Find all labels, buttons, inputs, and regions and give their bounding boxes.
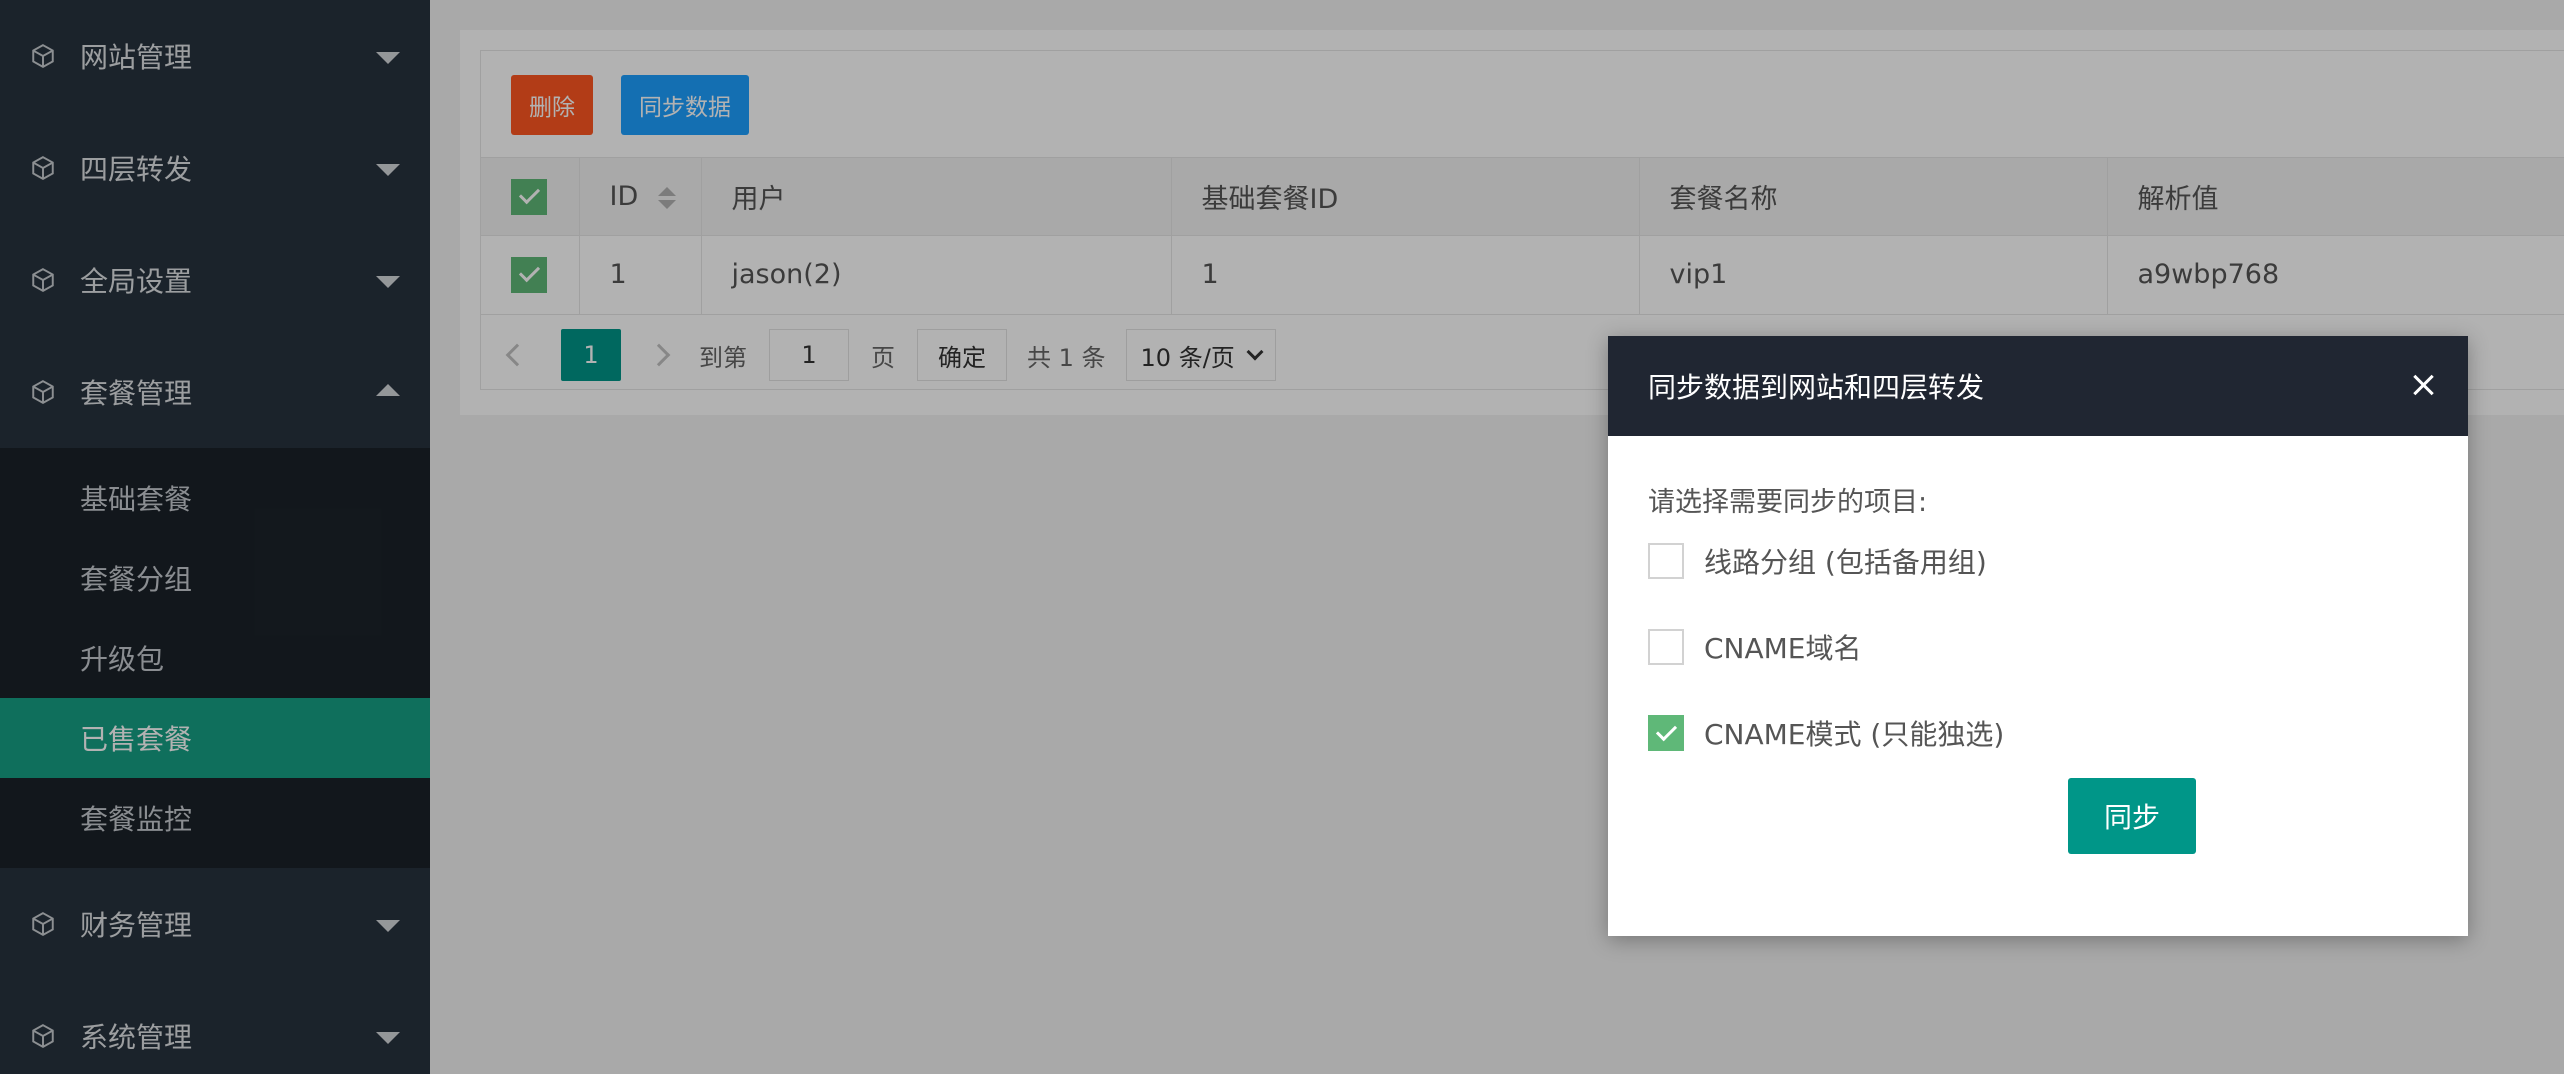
option-cname-domain[interactable]: CNAME域名 bbox=[1648, 623, 2428, 671]
option-label: 线路分组 (包括备用组) bbox=[1704, 546, 1987, 579]
sync-dialog: 同步数据到网站和四层转发 请选择需要同步的项目: 线路分组 (包括备用组) CN… bbox=[1608, 336, 2468, 936]
close-icon[interactable] bbox=[2408, 370, 2438, 400]
dialog-prompt: 请选择需要同步的项目: bbox=[1648, 487, 1928, 518]
line-group-checkbox[interactable] bbox=[1648, 543, 1684, 579]
option-line-group[interactable]: 线路分组 (包括备用组) bbox=[1648, 537, 2428, 585]
option-label: CNAME模式 (只能独选) bbox=[1704, 718, 2005, 751]
cname-mode-checkbox[interactable] bbox=[1648, 715, 1684, 751]
option-label: CNAME域名 bbox=[1704, 632, 1862, 665]
cname-domain-checkbox[interactable] bbox=[1648, 629, 1684, 665]
dialog-title: 同步数据到网站和四层转发 bbox=[1648, 371, 1985, 404]
sync-button[interactable]: 同步 bbox=[2068, 778, 2196, 854]
dialog-body: 请选择需要同步的项目: 线路分组 (包括备用组) CNAME域名 CNAME模式… bbox=[1608, 436, 2468, 757]
dialog-header: 同步数据到网站和四层转发 bbox=[1608, 336, 2468, 436]
option-cname-mode[interactable]: CNAME模式 (只能独选) bbox=[1648, 709, 2428, 757]
